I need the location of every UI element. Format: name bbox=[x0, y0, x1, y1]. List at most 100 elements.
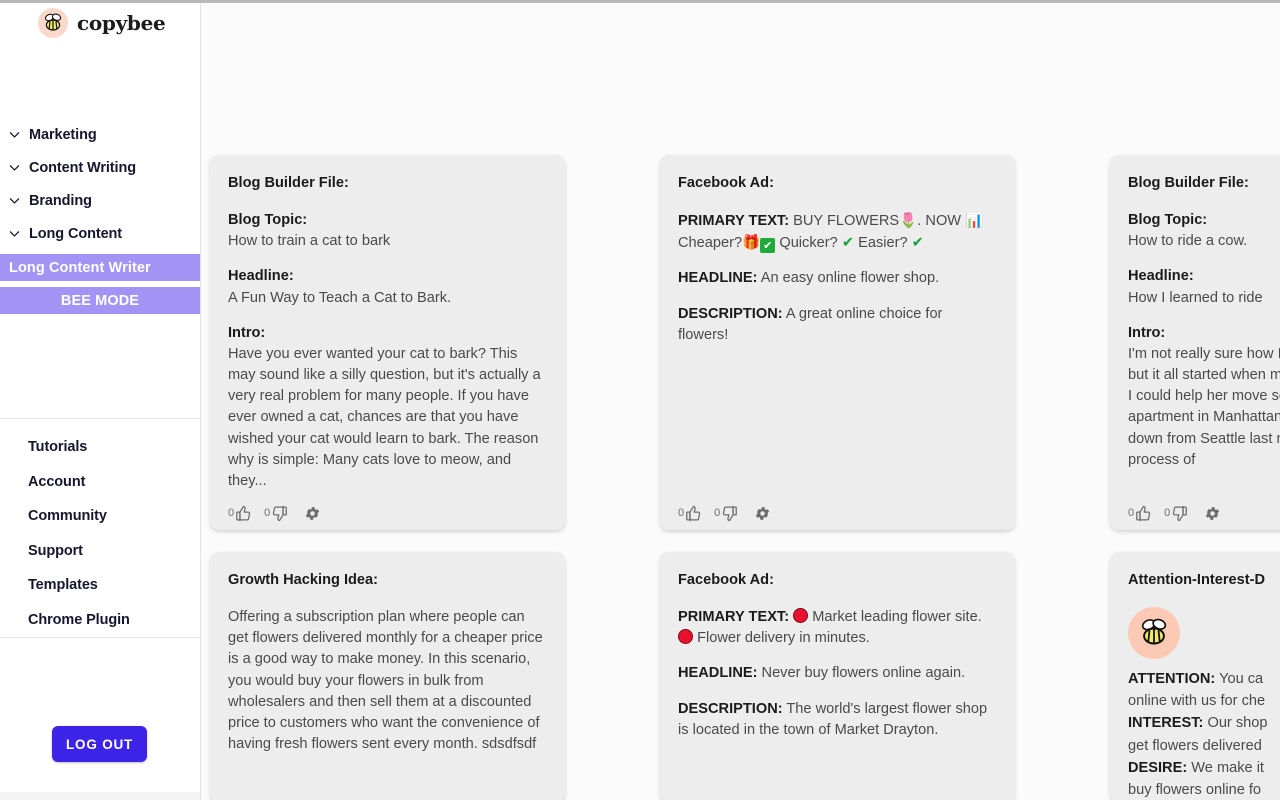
sidebar: copybee Marketing Content Writing Brandi… bbox=[0, 0, 201, 800]
thumbs-up-icon bbox=[686, 505, 701, 522]
bar-chart-icon: 📊 bbox=[965, 212, 984, 230]
card-label: INTEREST: bbox=[1128, 715, 1204, 732]
sidebar-group-marketing[interactable]: Marketing bbox=[0, 118, 200, 151]
card-value: A Fun Way to Teach a Cat to Bark. bbox=[228, 289, 452, 306]
dislike-button[interactable]: 0 bbox=[714, 505, 738, 522]
card-growth-hacking-idea[interactable]: Growth Hacking Idea: Offering a subscrip… bbox=[210, 552, 565, 800]
card-label: Intro: bbox=[1128, 324, 1166, 341]
chevron-down-icon bbox=[9, 198, 20, 204]
card-section-intro: Intro: Have you ever wanted your cat to … bbox=[228, 323, 543, 492]
like-count: 0 bbox=[228, 506, 235, 519]
sidebar-item-templates[interactable]: Templates bbox=[0, 568, 200, 603]
sidebar-link-label: Account bbox=[28, 473, 86, 490]
sidebar-link-label: Support bbox=[28, 542, 83, 559]
card-section-intro: Intro: I'm not really sure how I got int… bbox=[1128, 323, 1280, 471]
card-value: Cheaper? bbox=[678, 235, 743, 252]
check-mark-icon: ✔ bbox=[841, 234, 855, 252]
sidebar-divider-bottom bbox=[0, 637, 200, 638]
card-value: . NOW bbox=[917, 213, 962, 230]
card-value: Our shop bbox=[1207, 715, 1268, 732]
sidebar-group-branding[interactable]: Branding bbox=[0, 184, 200, 217]
card-section-desire-cont: buy flowers online fo bbox=[1128, 780, 1280, 800]
top-border bbox=[0, 0, 1280, 3]
sidebar-links: Tutorials Account Community Support Temp… bbox=[0, 430, 200, 638]
sidebar-group-content-writing[interactable]: Content Writing bbox=[0, 151, 200, 184]
like-button[interactable]: 0 bbox=[228, 505, 252, 522]
sidebar-group-long-content[interactable]: Long Content bbox=[0, 217, 200, 250]
dislike-button[interactable]: 0 bbox=[1164, 505, 1188, 522]
thumbs-down-icon bbox=[1173, 505, 1188, 522]
card-section-topic: Blog Topic: How to train a cat to bark bbox=[228, 210, 543, 252]
card-section-topic: Blog Topic: How to ride a cow. bbox=[1128, 210, 1280, 252]
sidebar-item-community[interactable]: Community bbox=[0, 499, 200, 534]
card-value: How to train a cat to bark bbox=[228, 233, 391, 250]
card-section-description: DESCRIPTION: A great online choice for f… bbox=[678, 304, 993, 346]
sidebar-group-label: Marketing bbox=[29, 126, 97, 143]
card-value: Have you ever wanted your cat to bark? T… bbox=[228, 345, 541, 489]
sidebar-link-label: Tutorials bbox=[28, 439, 88, 456]
card-label: HEADLINE: bbox=[678, 270, 758, 287]
brand-logo[interactable]: copybee bbox=[0, 0, 200, 40]
like-count: 0 bbox=[1128, 506, 1135, 519]
gift-icon: 🎁 bbox=[742, 234, 761, 252]
card-label: Blog Topic: bbox=[228, 212, 308, 229]
chevron-down-icon bbox=[9, 165, 20, 171]
card-section-description: DESCRIPTION: The world's largest flower … bbox=[678, 699, 993, 741]
thumbs-down-icon bbox=[723, 505, 738, 522]
card-section-interest-cont: get flowers delivered bbox=[1128, 736, 1280, 757]
thumbs-up-icon bbox=[236, 505, 251, 522]
sidebar-group-label: Branding bbox=[29, 192, 92, 209]
card-title: Attention-Interest-D bbox=[1128, 572, 1266, 588]
card-label: Blog Topic: bbox=[1128, 212, 1208, 229]
card-body: Offering a subscription plan where peopl… bbox=[228, 609, 543, 753]
gear-icon bbox=[1206, 507, 1220, 520]
check-box-icon: ✔ bbox=[760, 238, 776, 254]
like-button[interactable]: 0 bbox=[1128, 505, 1152, 522]
like-button[interactable]: 0 bbox=[678, 505, 702, 522]
card-label: Headline: bbox=[228, 268, 294, 285]
card-blog-builder-file[interactable]: Blog Builder File: Blog Topic: How to tr… bbox=[210, 155, 565, 530]
card-facebook-ad-2[interactable]: Facebook Ad: PRIMARY TEXT: Market leadin… bbox=[660, 552, 1015, 800]
card-value: Flower delivery in minutes. bbox=[697, 630, 870, 647]
sidebar-group-label: Long Content bbox=[29, 225, 123, 242]
sidebar-link-label: Templates bbox=[28, 577, 98, 594]
card-facebook-ad-1[interactable]: Facebook Ad: PRIMARY TEXT: BUY FLOWERS🌷.… bbox=[660, 155, 1015, 530]
card-section-headline: HEADLINE: Never buy flowers online again… bbox=[678, 663, 993, 684]
card-title: Blog Builder File: bbox=[228, 175, 349, 191]
sidebar-divider-top bbox=[0, 418, 200, 419]
sidebar-item-chrome-plugin[interactable]: Chrome Plugin bbox=[0, 603, 200, 638]
card-footer: 0 0 bbox=[678, 505, 771, 522]
sidebar-item-label: BEE MODE bbox=[60, 292, 140, 309]
sidebar-item-account[interactable]: Account bbox=[0, 465, 200, 500]
card-label: Headline: bbox=[1128, 268, 1194, 285]
nav-groups: Marketing Content Writing Branding Long … bbox=[0, 118, 200, 314]
card-title: Facebook Ad: bbox=[678, 572, 774, 588]
thumbs-up-icon bbox=[1136, 505, 1151, 522]
chevron-down-icon bbox=[9, 132, 20, 138]
card-value: Quicker? bbox=[779, 235, 838, 252]
settings-button[interactable] bbox=[1204, 505, 1221, 522]
sidebar-item-tutorials[interactable]: Tutorials bbox=[0, 430, 200, 465]
card-value: An easy online flower shop. bbox=[760, 270, 940, 287]
card-value: Never buy flowers online again. bbox=[761, 665, 966, 682]
settings-button[interactable] bbox=[754, 505, 771, 522]
red-circle-icon bbox=[678, 629, 693, 645]
gear-icon bbox=[306, 507, 320, 520]
sidebar-item-support[interactable]: Support bbox=[0, 534, 200, 569]
sidebar-item-bee-mode[interactable]: BEE MODE bbox=[0, 287, 200, 314]
logout-button[interactable]: LOG OUT bbox=[52, 726, 148, 762]
dislike-button[interactable]: 0 bbox=[264, 505, 288, 522]
chevron-down-icon bbox=[9, 231, 20, 237]
card-blog-builder-file-2[interactable]: Blog Builder File: Blog Topic: How to ri… bbox=[1110, 155, 1280, 530]
bee-icon bbox=[38, 8, 68, 38]
settings-button[interactable] bbox=[304, 505, 321, 522]
card-aida[interactable]: Attention-Interest-D ATTENTION: You ca o… bbox=[1110, 552, 1280, 800]
sidebar-group-label: Content Writing bbox=[29, 159, 136, 176]
card-value: How I learned to ride bbox=[1128, 289, 1263, 306]
sidebar-item-long-content-writer[interactable]: Long Content Writer bbox=[0, 254, 200, 281]
card-title: Facebook Ad: bbox=[678, 175, 774, 191]
card-value: Market leading flower site. bbox=[812, 609, 982, 626]
dislike-count: 0 bbox=[714, 506, 721, 519]
card-section-attention: ATTENTION: You ca bbox=[1128, 669, 1280, 690]
card-section-headline: HEADLINE: An easy online flower shop. bbox=[678, 268, 993, 289]
